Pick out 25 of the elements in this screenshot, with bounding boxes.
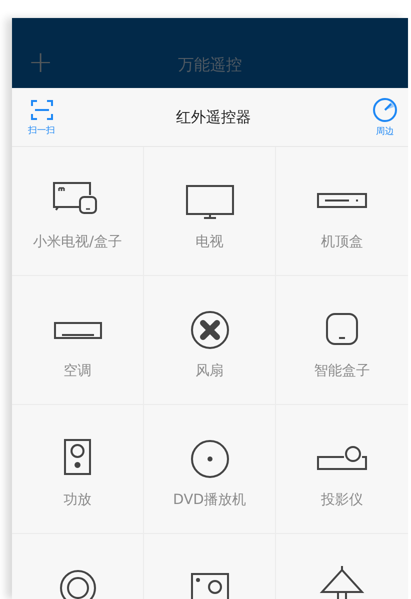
scan-button[interactable]: 扫一扫 bbox=[28, 98, 55, 136]
device-tile[interactable]: 空调 bbox=[12, 276, 144, 405]
device-label: 投影仪 bbox=[321, 491, 363, 509]
device-tile[interactable]: 智能盒子 bbox=[276, 276, 408, 405]
device-label: 空调 bbox=[64, 362, 92, 380]
nearby-button[interactable]: 周边 bbox=[372, 96, 398, 138]
device-tile[interactable]: DVD播放机 bbox=[144, 405, 276, 534]
add-button[interactable]: + bbox=[28, 48, 54, 78]
device-tile[interactable]: 投影仪 bbox=[276, 405, 408, 534]
device-label: 风扇 bbox=[196, 362, 224, 380]
device-label: 电视 bbox=[196, 233, 224, 251]
device-label: DVD播放机 bbox=[173, 491, 246, 509]
device-tile[interactable]: 电视 bbox=[144, 147, 276, 276]
device-tile[interactable]: 机顶盒 bbox=[276, 147, 408, 276]
device-label: 机顶盒 bbox=[321, 233, 363, 251]
radar-icon bbox=[372, 96, 398, 122]
app-title: 万能遥控 bbox=[178, 55, 242, 76]
scan-icon bbox=[30, 98, 54, 122]
device-label: 功放 bbox=[64, 491, 92, 509]
device-tile[interactable]: 功放 bbox=[12, 405, 144, 534]
page-title: 红外遥控器 bbox=[176, 108, 251, 126]
device-label: 智能盒子 bbox=[314, 362, 370, 380]
device-label: 小米电视/盒子 bbox=[33, 233, 122, 251]
device-tile[interactable]: 小米电视/盒子 bbox=[12, 147, 144, 276]
device-tile[interactable]: 风扇 bbox=[144, 276, 276, 405]
